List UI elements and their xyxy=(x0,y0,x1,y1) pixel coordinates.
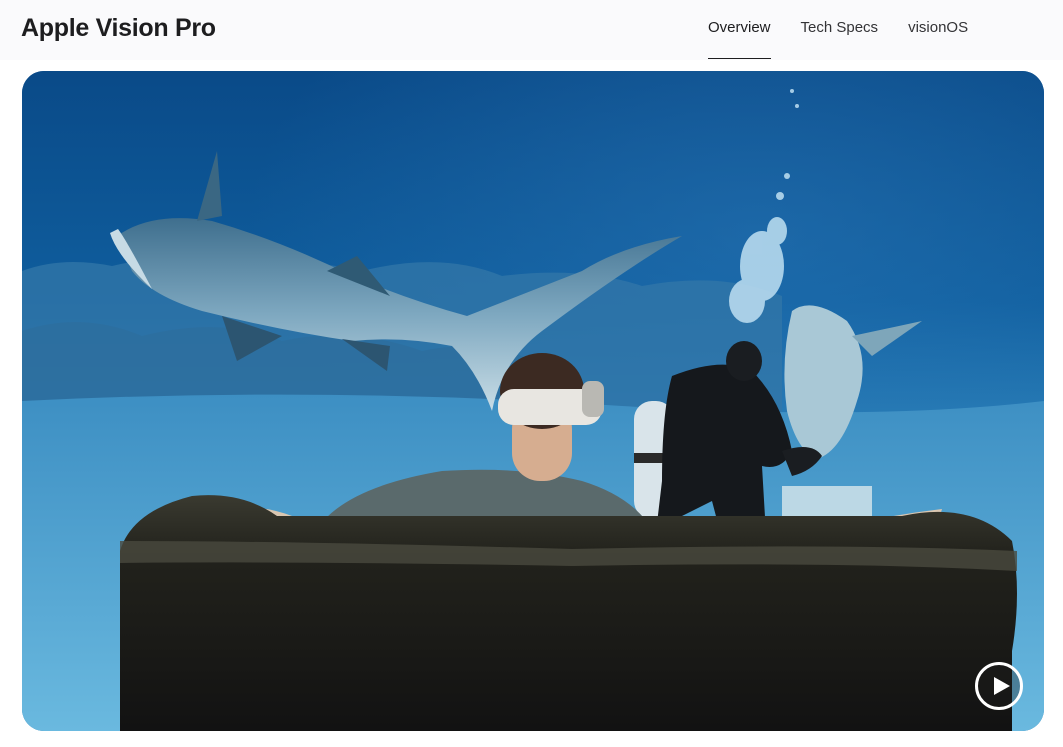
nav-links: Overview Tech Specs visionOS xyxy=(708,0,968,60)
page: Apple Vision Pro Overview Tech Specs vis… xyxy=(0,0,1063,747)
play-button[interactable] xyxy=(975,662,1023,710)
hero-video-frame xyxy=(22,71,1044,731)
local-nav: Apple Vision Pro Overview Tech Specs vis… xyxy=(0,0,1063,60)
product-title[interactable]: Apple Vision Pro xyxy=(21,12,216,44)
nav-link-overview-label: Overview xyxy=(708,19,771,36)
play-icon xyxy=(994,677,1010,695)
nav-link-tech-specs[interactable]: Tech Specs xyxy=(801,0,879,60)
nav-link-visionos[interactable]: visionOS xyxy=(908,0,968,60)
nav-link-overview[interactable]: Overview xyxy=(708,0,771,60)
active-underline xyxy=(708,58,771,59)
hero-video[interactable] xyxy=(22,71,1044,731)
